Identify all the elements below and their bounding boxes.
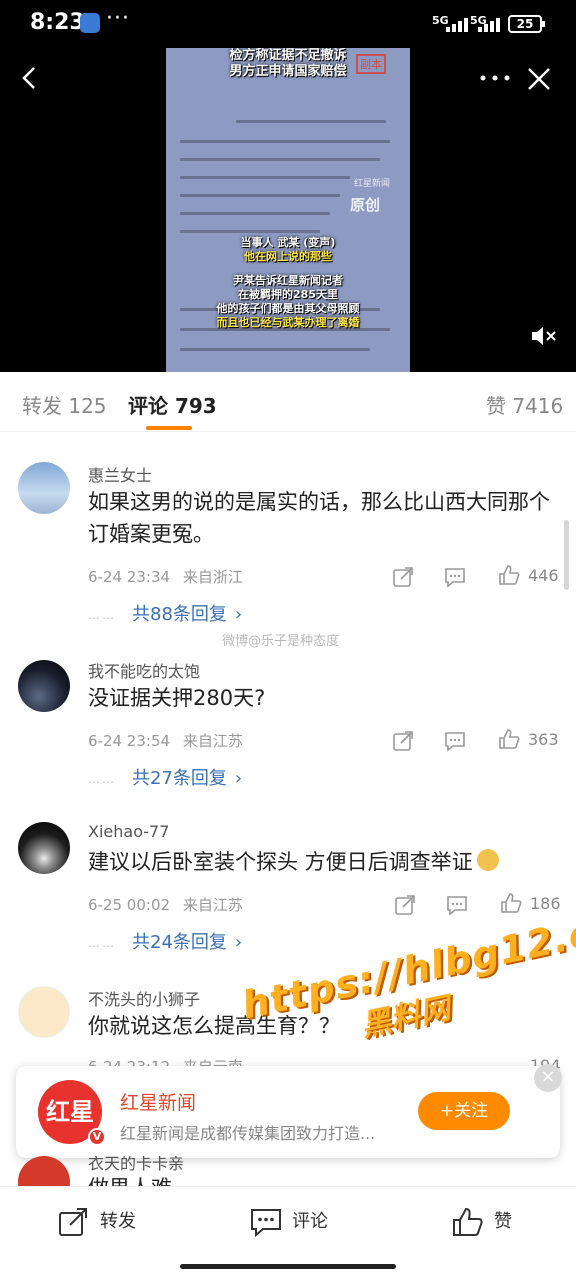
clock: 8:23	[30, 10, 85, 35]
avatar[interactable]	[18, 462, 70, 514]
comment-icon[interactable]	[444, 730, 466, 752]
chevron-right-icon: ›	[234, 604, 243, 625]
video-player[interactable]: 检方称证据不足撤诉 男方正申请国家赔偿 副本 红星新闻 原创 当事人 武某 (变…	[0, 48, 576, 372]
like-count: 363	[528, 730, 559, 749]
comment-text: 建议以后卧室装个探头 方便日后调查举证	[88, 846, 558, 878]
avatar[interactable]	[18, 1156, 70, 1186]
status-bar: 8:23 ··· 5G 5G 25	[0, 0, 576, 48]
caption-line: 他在网上说的那些	[244, 250, 332, 263]
tab-repost[interactable]: 转发 125	[22, 390, 107, 419]
repost-button[interactable]: 转发	[58, 1205, 158, 1239]
tab-bar: 转发 125 评论 793 赞 7416	[0, 372, 576, 432]
comment-text: 如果这男的说的是属实的话，那么比山西大同那个订婚案更冤。	[88, 490, 550, 546]
battery-icon: 25	[508, 15, 545, 33]
view-replies-link[interactable]: 共27条回复 ›	[132, 764, 242, 790]
replies-label: 共24条回复	[132, 932, 227, 953]
like-icon	[453, 1207, 483, 1236]
caption-line: 他的孩子们都是由其父母照顾	[216, 302, 360, 315]
reply-dots: ……	[88, 936, 116, 950]
active-tab-indicator	[146, 426, 192, 430]
video-watermark-small: 红星新闻	[354, 179, 391, 189]
weibo-watermark: 微博@乐子是种态度	[222, 634, 340, 649]
document-stamp: 副本	[356, 54, 386, 74]
comment-icon[interactable]	[444, 566, 466, 588]
comment-icon	[251, 1209, 281, 1237]
comment-text: 你就说这怎么提高生育？？	[88, 1014, 340, 1038]
caption-line: 当事人 武某 (变声)	[240, 236, 336, 249]
video-caption-speaker: 当事人 武某 (变声) 他在网上说的那些	[166, 236, 410, 264]
follow-button[interactable]: +关注	[418, 1092, 510, 1130]
video-caption-bottom: 尹某告诉红星新闻记者 在被羁押的285天里 他的孩子们都是由其父母照顾 而且也已…	[166, 274, 410, 330]
tab-comments[interactable]: 评论 793	[128, 390, 217, 419]
reply-dots: ……	[88, 608, 116, 622]
follow-suggestion-card[interactable]: 红星 V 红星新闻 红星新闻是成都传媒集团致力打造... +关注 ×	[16, 1064, 562, 1158]
comment-username[interactable]: 我不能吃的太饱	[88, 658, 200, 682]
comment-username[interactable]: Xiehao-77	[88, 822, 169, 841]
mute-icon[interactable]	[530, 324, 558, 348]
account-description: 红星新闻是成都传媒集团致力打造...	[120, 1124, 376, 1143]
comment-time: 6-24 23:54	[88, 732, 171, 750]
comment-item: 我不能吃的太饱 没证据关押280天? 6-24 23:54 来自江苏 363 ……	[0, 650, 576, 810]
comment-item: 惠兰女士 如果这男的说的是属实的话，那么比山西大同那个订婚案更冤。 6-24 2…	[0, 446, 576, 636]
back-icon[interactable]	[18, 66, 42, 90]
close-card-icon[interactable]: ×	[534, 1064, 562, 1092]
comment-button[interactable]: 评论	[250, 1205, 350, 1239]
repost-label: 转发	[100, 1211, 136, 1232]
doge-emoji-icon	[476, 849, 499, 871]
comment-username[interactable]: 不洗头的小狮子	[88, 986, 200, 1010]
notification-more-icon: ···	[106, 6, 130, 31]
home-indicator[interactable]	[180, 1264, 396, 1269]
comment-meta: 6-25 00:02 来自江苏	[88, 894, 243, 915]
comment-username[interactable]: 惠兰女士	[88, 462, 152, 486]
account-name[interactable]: 红星新闻	[120, 1088, 196, 1115]
app-notification-icon	[80, 13, 100, 33]
like-icon[interactable]	[498, 728, 520, 750]
caption-line: 而且也已经与武某办理了离婚	[216, 316, 360, 329]
view-replies-link[interactable]: 共24条回复 ›	[132, 928, 242, 954]
like-button[interactable]: 赞	[452, 1205, 532, 1239]
share-icon[interactable]	[394, 894, 416, 916]
caption-line: 尹某告诉红星新闻记者	[233, 274, 343, 287]
caption-line: 在被羁押的285天里	[238, 288, 338, 301]
comment-meta: 6-24 23:54 来自江苏	[88, 730, 243, 751]
comment-meta: 6-24 23:34 来自浙江	[88, 566, 243, 587]
video-frame: 检方称证据不足撤诉 男方正申请国家赔偿 副本 红星新闻 原创 当事人 武某 (变…	[166, 48, 410, 372]
avatar[interactable]	[18, 660, 70, 712]
like-count: 186	[530, 894, 561, 913]
share-icon[interactable]	[392, 566, 414, 588]
partial-comment: 衣天的卡卡亲 做男人难	[0, 1156, 576, 1186]
comment-text: 没证据关押280天?	[88, 686, 266, 710]
avatar[interactable]	[18, 822, 70, 874]
signal-icon-2	[478, 16, 504, 32]
scrollbar[interactable]	[564, 520, 569, 590]
comment-text-body: 建议以后卧室装个探头 方便日后调查举证	[88, 850, 473, 874]
chevron-right-icon: ›	[234, 768, 243, 789]
comment-time: 6-24 23:34	[88, 568, 171, 586]
verified-badge-icon: V	[88, 1128, 106, 1146]
comment-label: 评论	[292, 1211, 328, 1232]
view-replies-link[interactable]: 共88条回复 ›	[132, 600, 242, 626]
replies-label: 共27条回复	[132, 768, 227, 789]
tab-likes[interactable]: 赞 7416	[486, 390, 563, 419]
comment-time: 6-25 00:02	[88, 896, 171, 914]
replies-label: 共88条回复	[132, 604, 227, 625]
repost-icon	[59, 1208, 87, 1236]
signal-icon	[446, 16, 472, 32]
comment-icon[interactable]	[446, 894, 468, 916]
more-options-icon[interactable]	[478, 66, 512, 90]
reply-dots: ……	[88, 772, 116, 786]
like-count: 446	[528, 566, 559, 585]
comment-location: 来自江苏	[182, 732, 243, 750]
share-icon[interactable]	[392, 730, 414, 752]
chevron-right-icon: ›	[234, 932, 243, 953]
comment-location: 来自浙江	[182, 568, 243, 586]
comment-text: 做男人难	[88, 1172, 172, 1186]
video-watermark: 原创	[350, 196, 381, 214]
like-icon[interactable]	[500, 892, 522, 914]
avatar[interactable]	[18, 986, 70, 1038]
like-icon[interactable]	[498, 564, 520, 586]
comment-location: 来自江苏	[182, 896, 243, 914]
close-icon[interactable]	[526, 66, 552, 92]
like-label: 赞	[494, 1211, 512, 1232]
